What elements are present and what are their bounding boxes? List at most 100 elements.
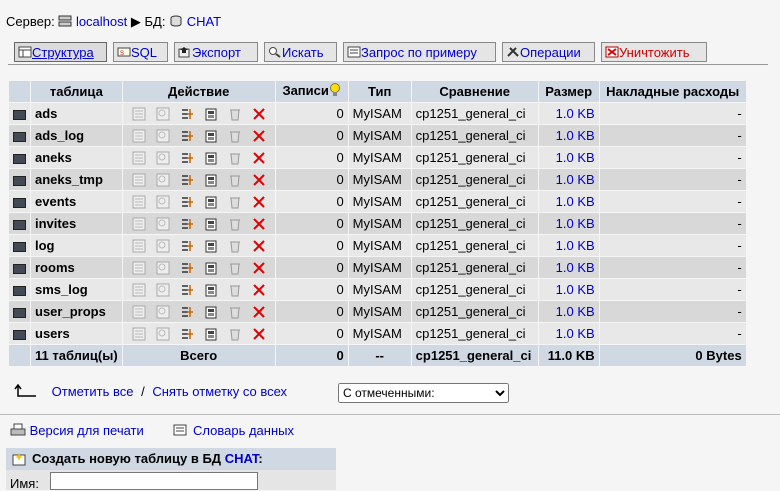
row-size[interactable]: 1.0 KB — [538, 257, 599, 278]
table-row[interactable]: ads_log 0 MyISAM cp1251_general_ci 1.0 KB - — [9, 125, 746, 146]
properties-icon[interactable] — [204, 195, 218, 209]
table-row[interactable]: aneks_tmp 0 MyISAM cp1251_general_ci 1.0 KB - — [9, 169, 746, 190]
select-icon[interactable] — [156, 173, 170, 187]
check-all-link[interactable]: Отметить все — [52, 384, 134, 399]
row-checkbox[interactable] — [13, 219, 26, 230]
browse-icon[interactable] — [132, 283, 146, 297]
empty-icon[interactable] — [228, 129, 242, 143]
properties-icon[interactable] — [204, 173, 218, 187]
drop-icon[interactable] — [252, 151, 266, 165]
table-row[interactable]: ads 0 MyISAM cp1251_general_ci 1.0 KB - — [9, 103, 746, 124]
browse-icon[interactable] — [132, 261, 146, 275]
browse-icon[interactable] — [132, 195, 146, 209]
table-name[interactable]: sms_log — [31, 279, 122, 300]
properties-icon[interactable] — [204, 261, 218, 275]
row-checkbox[interactable] — [13, 285, 26, 296]
table-name[interactable]: users — [31, 323, 122, 344]
table-name[interactable]: events — [31, 191, 122, 212]
server-link[interactable]: localhost — [76, 14, 127, 29]
tab-export[interactable]: Экспорт — [174, 42, 258, 62]
drop-icon[interactable] — [252, 327, 266, 341]
table-name[interactable]: aneks — [31, 147, 122, 168]
row-size[interactable]: 1.0 KB — [538, 279, 599, 300]
drop-icon[interactable] — [252, 239, 266, 253]
empty-icon[interactable] — [228, 173, 242, 187]
tab-operations[interactable]: Операции — [502, 42, 595, 62]
properties-icon[interactable] — [204, 283, 218, 297]
table-row[interactable]: events 0 MyISAM cp1251_general_ci 1.0 KB - — [9, 191, 746, 212]
empty-icon[interactable] — [228, 261, 242, 275]
select-icon[interactable] — [156, 217, 170, 231]
table-row[interactable]: users 0 MyISAM cp1251_general_ci 1.0 KB - — [9, 323, 746, 344]
insert-icon[interactable] — [180, 327, 194, 341]
row-checkbox[interactable] — [13, 175, 26, 186]
row-size[interactable]: 1.0 KB — [538, 125, 599, 146]
row-size[interactable]: 1.0 KB — [538, 213, 599, 234]
insert-icon[interactable] — [180, 217, 194, 231]
properties-icon[interactable] — [204, 217, 218, 231]
row-size[interactable]: 1.0 KB — [538, 169, 599, 190]
browse-icon[interactable] — [132, 239, 146, 253]
drop-icon[interactable] — [252, 173, 266, 187]
row-checkbox[interactable] — [13, 329, 26, 340]
insert-icon[interactable] — [180, 305, 194, 319]
drop-icon[interactable] — [252, 217, 266, 231]
column-header-table[interactable]: таблица — [31, 81, 122, 102]
properties-icon[interactable] — [204, 305, 218, 319]
empty-icon[interactable] — [228, 327, 242, 341]
insert-icon[interactable] — [180, 195, 194, 209]
empty-icon[interactable] — [228, 239, 242, 253]
drop-icon[interactable] — [252, 305, 266, 319]
drop-icon[interactable] — [252, 261, 266, 275]
with-selected-select[interactable]: С отмеченными: — [338, 383, 509, 403]
insert-icon[interactable] — [180, 107, 194, 121]
browse-icon[interactable] — [132, 129, 146, 143]
select-icon[interactable] — [156, 327, 170, 341]
table-row[interactable]: rooms 0 MyISAM cp1251_general_ci 1.0 KB - — [9, 257, 746, 278]
row-size[interactable]: 1.0 KB — [538, 235, 599, 256]
properties-icon[interactable] — [204, 107, 218, 121]
select-icon[interactable] — [156, 239, 170, 253]
insert-icon[interactable] — [180, 151, 194, 165]
select-icon[interactable] — [156, 283, 170, 297]
table-name[interactable]: user_props — [31, 301, 122, 322]
insert-icon[interactable] — [180, 129, 194, 143]
data-dictionary-link[interactable]: Словарь данных — [193, 423, 294, 438]
row-checkbox[interactable] — [13, 131, 26, 142]
row-size[interactable]: 1.0 KB — [538, 301, 599, 322]
database-link[interactable]: CHAT — [187, 14, 221, 29]
insert-icon[interactable] — [180, 283, 194, 297]
select-icon[interactable] — [156, 195, 170, 209]
properties-icon[interactable] — [204, 151, 218, 165]
select-icon[interactable] — [156, 151, 170, 165]
properties-icon[interactable] — [204, 239, 218, 253]
select-icon[interactable] — [156, 305, 170, 319]
table-row[interactable]: aneks 0 MyISAM cp1251_general_ci 1.0 KB - — [9, 147, 746, 168]
insert-icon[interactable] — [180, 239, 194, 253]
properties-icon[interactable] — [204, 129, 218, 143]
table-name[interactable]: aneks_tmp — [31, 169, 122, 190]
select-icon[interactable] — [156, 107, 170, 121]
row-checkbox[interactable] — [13, 109, 26, 120]
tab-drop[interactable]: Уничтожить — [601, 42, 707, 62]
create-db-link[interactable]: CHAT — [225, 451, 259, 466]
table-name[interactable]: ads_log — [31, 125, 122, 146]
insert-icon[interactable] — [180, 173, 194, 187]
select-icon[interactable] — [156, 129, 170, 143]
uncheck-all-link[interactable]: Снять отметку со всех — [152, 384, 287, 399]
table-name[interactable]: log — [31, 235, 122, 256]
empty-icon[interactable] — [228, 283, 242, 297]
browse-icon[interactable] — [132, 327, 146, 341]
browse-icon[interactable] — [132, 151, 146, 165]
browse-icon[interactable] — [132, 305, 146, 319]
row-size[interactable]: 1.0 KB — [538, 191, 599, 212]
table-name[interactable]: ads — [31, 103, 122, 124]
empty-icon[interactable] — [228, 107, 242, 121]
tab-structure[interactable]: Структура — [14, 42, 107, 62]
drop-icon[interactable] — [252, 283, 266, 297]
table-row[interactable]: invites 0 MyISAM cp1251_general_ci 1.0 KB - — [9, 213, 746, 234]
row-size[interactable]: 1.0 KB — [538, 147, 599, 168]
print-view-link[interactable]: Версия для печати — [30, 423, 144, 438]
browse-icon[interactable] — [132, 217, 146, 231]
tab-sql[interactable]: S SQL — [113, 42, 168, 62]
